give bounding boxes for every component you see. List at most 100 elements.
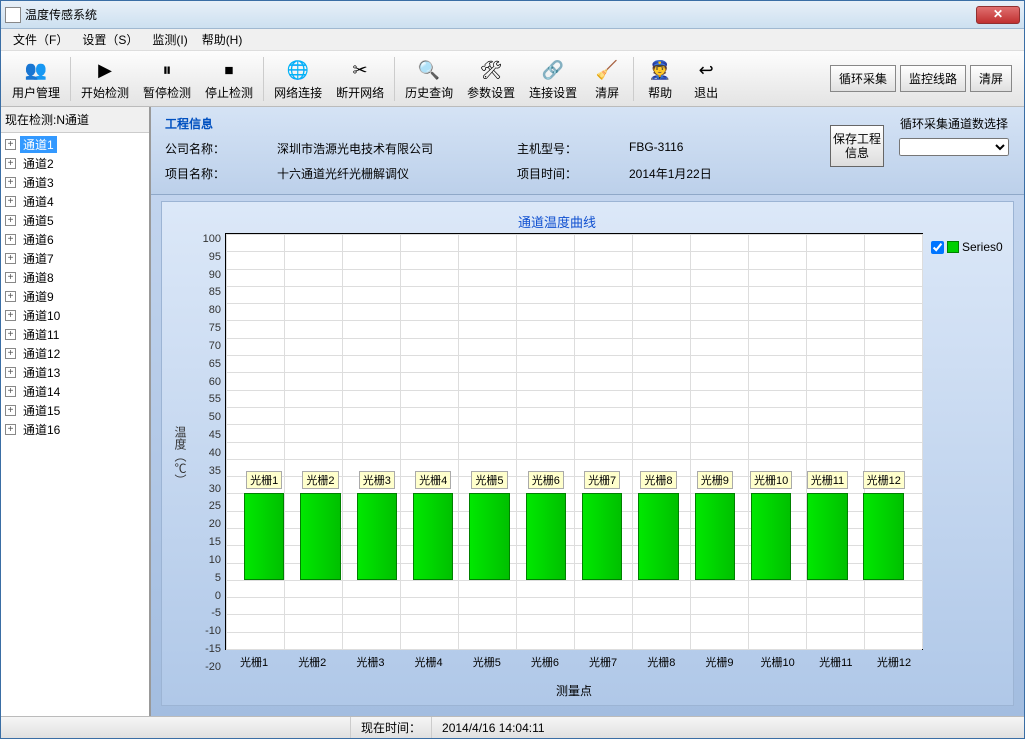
expand-icon[interactable]: + xyxy=(5,405,16,416)
bar-label: 光栅5 xyxy=(471,471,507,489)
bar-label: 光栅2 xyxy=(302,471,338,489)
expand-icon[interactable]: + xyxy=(5,329,16,340)
bar-label: 光栅11 xyxy=(807,471,848,489)
toolbar-icon: 🌐 xyxy=(284,56,312,84)
x-axis: 光栅1光栅2光栅3光栅4光栅5光栅6光栅7光栅8光栅9光栅10光栅11光栅12 xyxy=(225,654,923,680)
project-info-panel: 工程信息 公司名称： 深圳市浩源光电技术有限公司 主机型号： FBG-3116 … xyxy=(151,107,1024,195)
tree-node[interactable]: +通道2 xyxy=(3,154,147,173)
toolbar-icon: 🧹 xyxy=(593,56,621,84)
bar-label: 光栅10 xyxy=(750,471,792,489)
close-button[interactable]: ✕ xyxy=(976,6,1020,24)
toolbar-icon: 🔗 xyxy=(539,56,567,84)
bar xyxy=(582,493,623,579)
channel-count-select[interactable] xyxy=(899,138,1009,156)
toolbar-网络连接[interactable]: 🌐网络连接 xyxy=(267,53,329,104)
expand-icon[interactable]: + xyxy=(5,424,16,435)
menu-item[interactable]: 帮助(H) xyxy=(196,29,249,50)
bar-label: 光栅1 xyxy=(246,471,282,489)
toolbar-开始检测[interactable]: ▶开始检测 xyxy=(74,53,136,104)
tree-node[interactable]: +通道7 xyxy=(3,249,147,268)
right-button[interactable]: 监控线路 xyxy=(900,65,966,92)
channel-tree[interactable]: +通道1+通道2+通道3+通道4+通道5+通道6+通道7+通道8+通道9+通道1… xyxy=(1,133,149,716)
expand-icon[interactable]: + xyxy=(5,386,16,397)
toolbar-icon: ↩ xyxy=(692,56,720,84)
toolbar-断开网络[interactable]: ✂断开网络 xyxy=(329,53,391,104)
tree-node[interactable]: +通道3 xyxy=(3,173,147,192)
company-label: 公司名称： xyxy=(165,140,237,157)
tree-node[interactable]: +通道5 xyxy=(3,211,147,230)
sidebar-title: 现在检测:N通道 xyxy=(1,107,149,133)
series-label: Series0 xyxy=(962,240,1003,254)
expand-icon[interactable]: + xyxy=(5,367,16,378)
y-axis: 1009590858075706560555045403530252015105… xyxy=(191,233,225,701)
expand-icon[interactable]: + xyxy=(5,177,16,188)
save-project-button[interactable]: 保存工程信息 xyxy=(830,125,884,167)
y-axis-label: 温度（℃） xyxy=(172,210,191,701)
series-swatch-icon xyxy=(947,241,959,253)
sidebar: 现在检测:N通道 +通道1+通道2+通道3+通道4+通道5+通道6+通道7+通道… xyxy=(1,107,151,716)
menubar: 文件（F）设置（S）监测(I)帮助(H) xyxy=(1,29,1024,51)
toolbar-帮助[interactable]: 👮帮助 xyxy=(637,53,683,104)
chart-title: 通道温度曲线 xyxy=(191,210,923,233)
expand-icon[interactable]: + xyxy=(5,158,16,169)
toolbar-icon: 👮 xyxy=(646,56,674,84)
tree-node[interactable]: +通道13 xyxy=(3,363,147,382)
expand-icon[interactable]: + xyxy=(5,348,16,359)
tree-node[interactable]: +通道6 xyxy=(3,230,147,249)
bar xyxy=(526,493,567,579)
time-label: 项目时间： xyxy=(517,165,589,182)
channel-select-panel: 循环采集通道数选择 xyxy=(894,115,1014,156)
toolbar-icon: ⏸ xyxy=(153,56,181,84)
toolbar-参数设置[interactable]: 🛠参数设置 xyxy=(460,53,522,104)
tree-node[interactable]: +通道10 xyxy=(3,306,147,325)
bar xyxy=(807,493,848,579)
expand-icon[interactable]: + xyxy=(5,215,16,226)
expand-icon[interactable]: + xyxy=(5,291,16,302)
expand-icon[interactable]: + xyxy=(5,310,16,321)
menu-item[interactable]: 监测(I) xyxy=(146,29,193,50)
right-button[interactable]: 循环采集 xyxy=(830,65,896,92)
tree-node[interactable]: +通道15 xyxy=(3,401,147,420)
bar xyxy=(244,493,285,579)
tree-node[interactable]: +通道8 xyxy=(3,268,147,287)
series-checkbox[interactable] xyxy=(931,241,944,254)
expand-icon[interactable]: + xyxy=(5,196,16,207)
x-axis-label: 测量点 xyxy=(225,680,923,701)
menu-item[interactable]: 设置（S） xyxy=(76,29,144,50)
tree-node[interactable]: +通道16 xyxy=(3,420,147,439)
right-button[interactable]: 清屏 xyxy=(970,65,1012,92)
toolbar-停止检测[interactable]: ⏹停止检测 xyxy=(198,53,260,104)
app-icon xyxy=(5,7,21,23)
toolbar-icon: 🔍 xyxy=(415,56,443,84)
statusbar: 现在时间： 2014/4/16 14:04:11 xyxy=(1,716,1024,738)
titlebar: 温度传感系统 ✕ xyxy=(1,1,1024,29)
tree-node[interactable]: +通道4 xyxy=(3,192,147,211)
menu-item[interactable]: 文件（F） xyxy=(7,29,74,50)
toolbar-暂停检测[interactable]: ⏸暂停检测 xyxy=(136,53,198,104)
expand-icon[interactable]: + xyxy=(5,234,16,245)
expand-icon[interactable]: + xyxy=(5,253,16,264)
tree-node[interactable]: +通道12 xyxy=(3,344,147,363)
tree-node[interactable]: +通道9 xyxy=(3,287,147,306)
toolbar-icon: ✂ xyxy=(346,56,374,84)
toolbar-清屏[interactable]: 🧹清屏 xyxy=(584,53,630,104)
toolbar-历史查询[interactable]: 🔍历史查询 xyxy=(398,53,460,104)
toolbar-icon: 👥 xyxy=(22,56,50,84)
bar-label: 光栅12 xyxy=(863,471,905,489)
bar xyxy=(469,493,510,579)
toolbar-用户管理[interactable]: 👥用户管理 xyxy=(5,53,67,104)
tree-node[interactable]: +通道11 xyxy=(3,325,147,344)
tree-node[interactable]: +通道14 xyxy=(3,382,147,401)
toolbar-连接设置[interactable]: 🔗连接设置 xyxy=(522,53,584,104)
bar xyxy=(413,493,454,579)
legend-item[interactable]: Series0 xyxy=(931,240,1003,254)
chart-panel: 温度（℃） 通道温度曲线 100959085807570656055504540… xyxy=(161,201,1014,706)
toolbar-退出[interactable]: ↩退出 xyxy=(683,53,729,104)
expand-icon[interactable]: + xyxy=(5,139,16,150)
time-value: 2014年1月22日 xyxy=(629,165,829,182)
window-title: 温度传感系统 xyxy=(25,6,976,23)
expand-icon[interactable]: + xyxy=(5,272,16,283)
tree-node[interactable]: +通道1 xyxy=(3,135,147,154)
bar xyxy=(863,493,904,579)
status-time: 2014/4/16 14:04:11 xyxy=(432,717,1024,738)
